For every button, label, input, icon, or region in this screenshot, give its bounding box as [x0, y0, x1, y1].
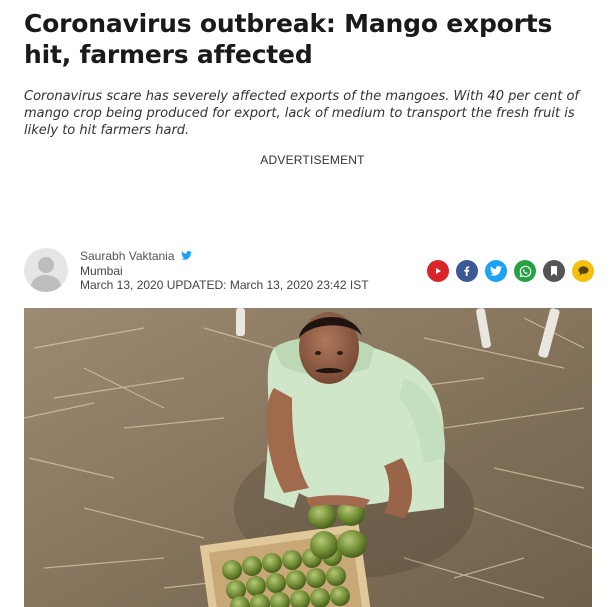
whatsapp-share-button[interactable]: [514, 260, 536, 282]
whatsapp-icon: [519, 265, 531, 277]
article-headline: Coronavirus outbreak: Mango exports hit,…: [24, 9, 553, 69]
article-summary: Coronavirus scare has severely affected …: [24, 89, 579, 138]
user-silhouette-icon: [30, 257, 62, 292]
comment-button[interactable]: [572, 260, 594, 282]
article-photo[interactable]: [24, 308, 592, 607]
publish-dates: March 13, 2020 UPDATED: March 13, 2020 2…: [80, 278, 369, 292]
advertisement-label: ADVERTISEMENT: [260, 153, 365, 167]
byline: Saurabh Vaktania Mumbai March 13, 2020 U…: [24, 248, 608, 296]
author-name-label[interactable]: Saurabh Vaktania: [80, 249, 175, 263]
facebook-icon: [464, 266, 470, 276]
author-avatar[interactable]: [24, 248, 68, 292]
dateline-location: Mumbai: [80, 264, 123, 278]
comment-icon: [577, 266, 589, 276]
twitter-bird-icon: [180, 251, 192, 260]
youtube-share-button[interactable]: [427, 260, 449, 282]
twitter-bird-icon: [490, 266, 502, 276]
author-name[interactable]: Saurabh Vaktania: [80, 248, 192, 265]
play-icon: [436, 268, 441, 274]
twitter-icon[interactable]: [178, 251, 192, 263]
bookmark-button[interactable]: [543, 260, 565, 282]
share-buttons: [427, 260, 594, 282]
facebook-share-button[interactable]: [456, 260, 478, 282]
twitter-share-button[interactable]: [485, 260, 507, 282]
bookmark-icon: [551, 266, 557, 276]
farmer-with-mangoes-image: [24, 308, 592, 607]
